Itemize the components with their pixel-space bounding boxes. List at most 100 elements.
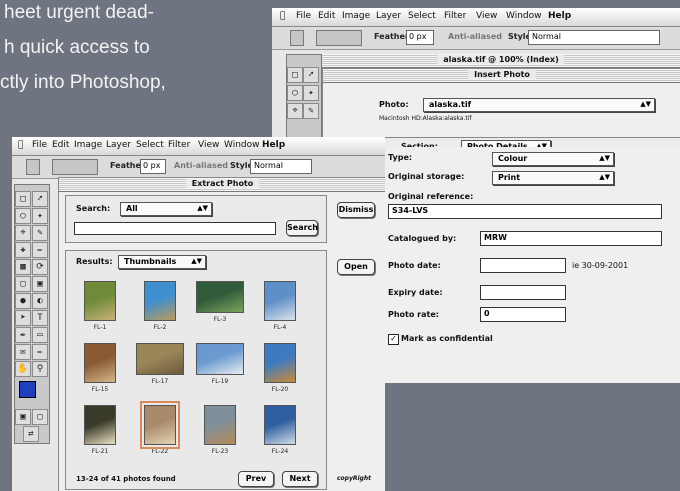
menu-file[interactable]: File [296,11,311,21]
selection-mode-buttons[interactable] [52,159,98,175]
photo-thumbnail[interactable]: FL-2 [144,281,176,331]
move-tool-icon[interactable]: ➚ [303,67,319,83]
lasso-tool-icon[interactable]: ◯ [287,85,303,101]
marquee-tool-icon[interactable]: □ [15,191,31,207]
menu-help[interactable]: Help [262,140,285,150]
thumbnail-caption: FL-3 [213,316,227,323]
expiry-date-input[interactable] [480,285,566,300]
stamp-tool-icon[interactable]: ▩ [15,259,31,275]
slice-tool-icon[interactable]: ✎ [303,103,319,119]
menu-edit[interactable]: Edit [52,140,69,150]
photo-thumbnail[interactable]: FL-22 [140,401,180,455]
marquee-tool-icon[interactable]: □ [287,67,303,83]
path-select-tool-icon[interactable]: ➤ [15,310,31,326]
photo-thumbnail[interactable]: FL-17 [136,343,184,385]
search-select[interactable]: All ▲▼ [120,202,212,216]
dialog-title-bar[interactable]: Extract Photo [59,178,385,192]
dialog-title-bar[interactable]: Insert Photo [323,69,680,83]
anti-aliased-checkbox[interactable]: Anti-aliased [448,32,502,41]
menu-image[interactable]: Image [342,11,370,21]
type-tool-icon[interactable]: T [32,310,48,326]
menu-edit[interactable]: Edit [318,11,335,21]
style-select[interactable]: Normal [528,30,660,45]
notes-tool-icon[interactable]: ✉ [15,344,31,360]
tool-preset-button[interactable] [290,30,304,46]
hand-tool-icon[interactable]: ✋ [15,361,31,377]
results-view-select[interactable]: Thumbnails ▲▼ [118,255,206,269]
photo-thumbnail[interactable]: FL-1 [84,281,116,331]
toolbox: □ ➚ ◯ ✦ ⌖ ✎ ✚ ✏ ▩ ⟳ ▢ ▣ ● ◐ ➤ T ✒ ▭ ✉ ✏ … [14,184,50,444]
style-select[interactable]: Normal [250,159,312,174]
apple-menu-icon[interactable]:  [280,11,285,21]
document-title-bar[interactable]: alaska.tif @ 100% (Index) [322,54,680,68]
eyedropper-tool-icon[interactable]: ✏ [32,344,48,360]
foreground-color-swatch[interactable] [19,381,36,398]
menu-file[interactable]: File [32,140,47,150]
quick-mask-icon[interactable]: ▣ [15,409,31,425]
thumbnail-caption: FL-4 [273,324,287,331]
search-input[interactable] [74,222,276,235]
dismiss-button[interactable]: Dismiss [337,202,375,218]
crop-tool-icon[interactable]: ⌖ [15,225,31,241]
photo-date-input[interactable] [480,258,566,273]
next-button[interactable]: Next [282,471,318,487]
feather-field[interactable]: 0 px [140,159,166,174]
blur-tool-icon[interactable]: ● [15,293,31,309]
anti-aliased-checkbox[interactable]: Anti-aliased [174,161,228,170]
search-button[interactable]: Search [286,220,318,236]
menu-window[interactable]: Window [224,140,260,150]
type-value: Colour [498,154,528,163]
photo-thumbnail[interactable]: FL-23 [204,405,236,455]
menu-window[interactable]: Window [506,11,542,21]
menu-filter[interactable]: Filter [444,11,466,21]
menu-layer[interactable]: Layer [376,11,401,21]
magic-wand-tool-icon[interactable]: ✦ [32,208,48,224]
eraser-tool-icon[interactable]: ▢ [15,276,31,292]
photo-thumbnail[interactable]: FL-4 [264,281,296,331]
photo-thumbnail[interactable]: FL-3 [196,281,244,323]
slice-tool-icon[interactable]: ✎ [32,225,48,241]
photo-thumbnail[interactable]: FL-21 [84,405,116,455]
magic-wand-tool-icon[interactable]: ✦ [303,85,319,101]
screen-mode-icon[interactable]: ▢ [32,409,48,425]
catalogued-input[interactable]: MRW [480,231,662,246]
feather-field[interactable]: 0 px [406,30,434,45]
storage-select[interactable]: Print ▲▼ [492,171,614,185]
crop-tool-icon[interactable]: ⌖ [287,103,303,119]
thumbnail-caption: FL-1 [93,324,107,331]
move-tool-icon[interactable]: ➚ [32,191,48,207]
pen-tool-icon[interactable]: ✒ [15,327,31,343]
photo-select[interactable]: alaska.tif ▲▼ [423,98,655,112]
photo-thumbnail[interactable]: FL-15 [84,343,116,393]
type-select[interactable]: Colour ▲▼ [492,152,614,166]
zoom-tool-icon[interactable]: ⚲ [32,361,48,377]
menu-image[interactable]: Image [74,140,102,150]
menu-view[interactable]: View [476,11,497,21]
menu-select[interactable]: Select [136,140,164,150]
reference-input[interactable]: S34-LVS [388,204,662,219]
brush-tool-icon[interactable]: ✏ [32,242,48,258]
photo-rate-input[interactable]: 0 [480,307,566,322]
gradient-tool-icon[interactable]: ▣ [32,276,48,292]
jump-to-imageready-icon[interactable]: ⇄ [23,426,39,442]
shape-tool-icon[interactable]: ▭ [32,327,48,343]
open-button[interactable]: Open [337,259,375,275]
prev-button[interactable]: Prev [238,471,274,487]
confidential-checkbox[interactable]: ✓ [388,334,399,345]
search-group: Search: All ▲▼ Search [65,195,327,243]
history-brush-icon[interactable]: ⟳ [32,259,48,275]
menu-filter[interactable]: Filter [168,140,190,150]
menu-select[interactable]: Select [408,11,436,21]
menu-layer[interactable]: Layer [106,140,131,150]
tool-preset-button[interactable] [26,159,40,175]
healing-tool-icon[interactable]: ✚ [15,242,31,258]
apple-menu-icon[interactable]:  [18,140,23,150]
lasso-tool-icon[interactable]: ◯ [15,208,31,224]
selection-mode-buttons[interactable] [316,30,362,46]
menu-view[interactable]: View [198,140,219,150]
photo-thumbnail[interactable]: FL-19 [196,343,244,385]
dodge-tool-icon[interactable]: ◐ [32,293,48,309]
photo-thumbnail[interactable]: FL-24 [264,405,296,455]
menu-help[interactable]: Help [548,11,571,21]
photo-thumbnail[interactable]: FL-20 [264,343,296,393]
